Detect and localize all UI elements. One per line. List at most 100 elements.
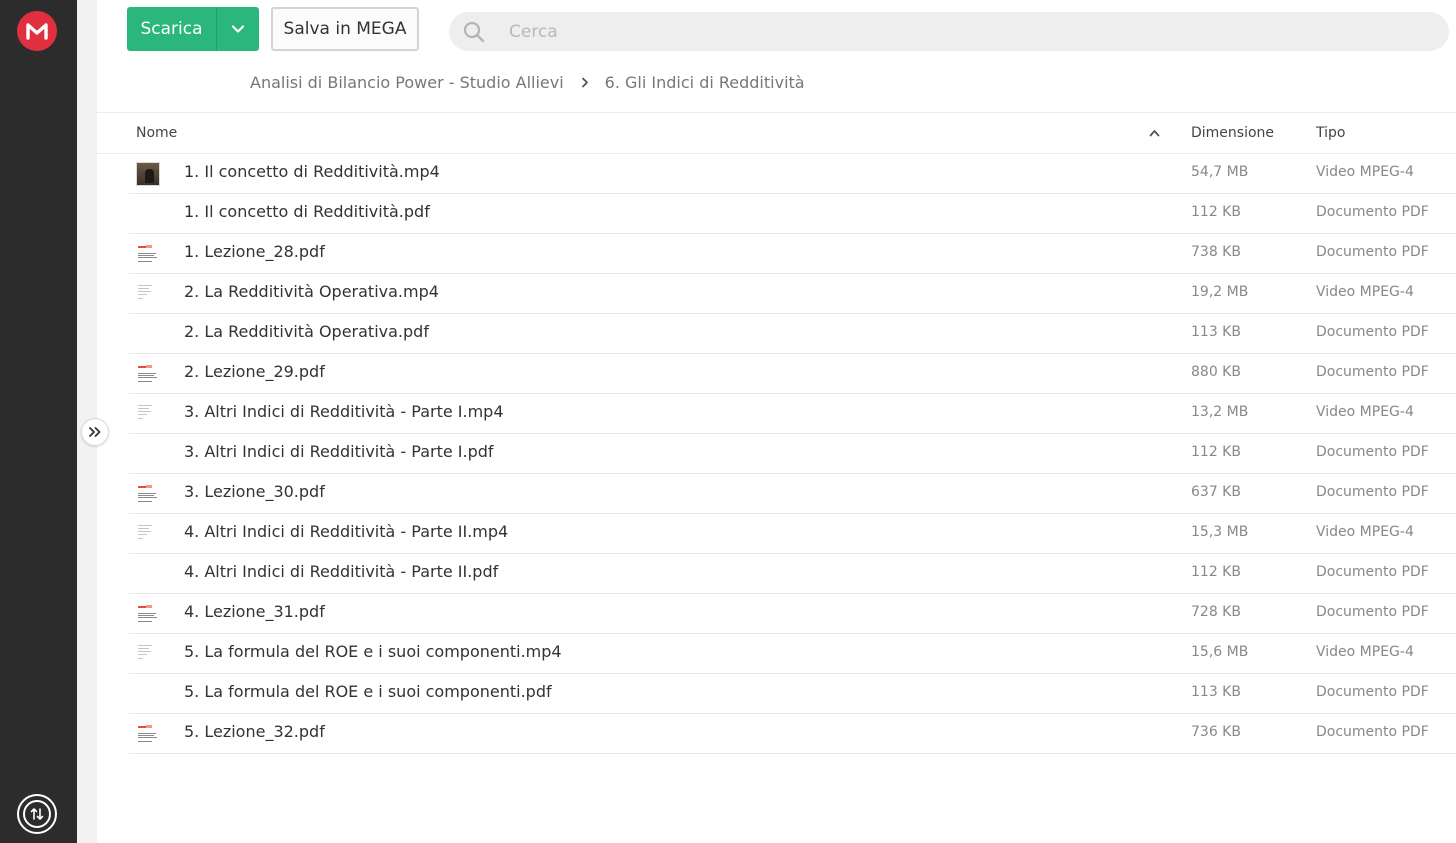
file-row[interactable]: 2. Lezione_29.pdf 880 KB Documento PDF: [129, 354, 1456, 394]
file-row[interactable]: 5. La formula del ROE e i suoi component…: [129, 634, 1456, 674]
file-type: Documento PDF: [1316, 444, 1429, 460]
file-name: 4. Lezione_31.pdf: [184, 602, 325, 621]
breadcrumb-item-current[interactable]: 6. Gli Indici di Redditività: [605, 73, 805, 92]
blank-thumbnail-icon: [136, 442, 160, 466]
file-size: 19,2 MB: [1191, 284, 1249, 300]
file-name: 2. La Redditività Operativa.pdf: [184, 322, 429, 341]
save-to-mega-button[interactable]: Salva in MEGA: [271, 7, 419, 51]
chevron-right-icon: [581, 77, 589, 88]
slide-thumbnail-icon: [136, 522, 160, 546]
file-row[interactable]: 3. Altri Indici di Redditività - Parte I…: [129, 394, 1456, 434]
file-type: Documento PDF: [1316, 604, 1429, 620]
file-type: Documento PDF: [1316, 724, 1429, 740]
mega-logo-icon[interactable]: [17, 11, 57, 51]
pdf-thumbnail-icon: [136, 602, 160, 626]
double-chevron-right-icon: [89, 427, 101, 437]
download-button-label: Scarica: [140, 19, 203, 39]
file-type: Video MPEG-4: [1316, 644, 1414, 660]
transfers-button[interactable]: [17, 794, 57, 834]
transfers-icon: [23, 800, 51, 828]
file-row[interactable]: 1. Lezione_28.pdf 738 KB Documento PDF: [129, 234, 1456, 274]
file-size: 113 KB: [1191, 684, 1241, 700]
file-row[interactable]: 4. Altri Indici di Redditività - Parte I…: [129, 514, 1456, 554]
file-size: 880 KB: [1191, 364, 1241, 380]
sort-ascending-icon[interactable]: [1149, 129, 1160, 137]
file-name: 3. Altri Indici di Redditività - Parte I…: [184, 442, 494, 461]
file-table-header: Nome Dimensione Tipo: [97, 113, 1456, 154]
file-type: Documento PDF: [1316, 244, 1429, 260]
pdf-thumbnail-icon: [136, 242, 160, 266]
file-list: 1. Il concetto di Redditività.mp4 54,7 MB…: [129, 154, 1456, 754]
pdf-thumbnail-icon: [136, 362, 160, 386]
file-type: Documento PDF: [1316, 324, 1429, 340]
file-type: Video MPEG-4: [1316, 524, 1414, 540]
pdf-thumbnail-icon: [136, 482, 160, 506]
file-type: Documento PDF: [1316, 564, 1429, 580]
file-row[interactable]: 1. Il concetto di Redditività.mp4 54,7 MB…: [129, 154, 1456, 194]
file-size: 112 KB: [1191, 444, 1241, 460]
file-name: 3. Lezione_30.pdf: [184, 482, 325, 501]
blank-thumbnail-icon: [136, 322, 160, 346]
file-row[interactable]: 3. Altri Indici di Redditività - Parte I…: [129, 434, 1456, 474]
file-size: 738 KB: [1191, 244, 1241, 260]
left-sidebar: [0, 0, 77, 843]
file-row[interactable]: 1. Il concetto di Redditività.pdf 112 KB D…: [129, 194, 1456, 234]
file-name: 1. Lezione_28.pdf: [184, 242, 325, 261]
download-options-toggle[interactable]: [217, 24, 259, 34]
search-bar: [449, 12, 1449, 51]
file-size: 112 KB: [1191, 564, 1241, 580]
file-type: Video MPEG-4: [1316, 404, 1414, 420]
file-row[interactable]: 3. Lezione_30.pdf 637 KB Documento PDF: [129, 474, 1456, 514]
file-type: Documento PDF: [1316, 364, 1429, 380]
file-size: 113 KB: [1191, 324, 1241, 340]
file-name: 5. La formula del ROE e i suoi component…: [184, 682, 552, 701]
column-header-type[interactable]: Tipo: [1316, 125, 1345, 141]
file-type: Documento PDF: [1316, 684, 1429, 700]
blank-thumbnail-icon: [136, 202, 160, 226]
slide-thumbnail-icon: [136, 402, 160, 426]
file-type: Documento PDF: [1316, 204, 1429, 220]
file-size: 728 KB: [1191, 604, 1241, 620]
file-name: 2. La Redditività Operativa.mp4: [184, 282, 439, 301]
file-row[interactable]: 4. Altri Indici di Redditività - Parte I…: [129, 554, 1456, 594]
blank-thumbnail-icon: [136, 562, 160, 586]
file-name: 1. Il concetto di Redditività.pdf: [184, 202, 430, 221]
file-size: 15,6 MB: [1191, 644, 1249, 660]
file-name: 4. Altri Indici di Redditività - Parte I…: [184, 522, 509, 541]
file-row[interactable]: 4. Lezione_31.pdf 728 KB Documento PDF: [129, 594, 1456, 634]
slide-thumbnail-icon: [136, 642, 160, 666]
slide-thumbnail-icon: [136, 282, 160, 306]
file-name: 4. Altri Indici di Redditività - Parte I…: [184, 562, 499, 581]
breadcrumb-item-parent[interactable]: Analisi di Bilancio Power - Studio Allie…: [250, 73, 564, 92]
file-type: Documento PDF: [1316, 484, 1429, 500]
file-type: Video MPEG-4: [1316, 164, 1414, 180]
file-row[interactable]: 5. La formula del ROE e i suoi component…: [129, 674, 1456, 714]
file-size: 112 KB: [1191, 204, 1241, 220]
file-size: 637 KB: [1191, 484, 1241, 500]
file-name: 5. La formula del ROE e i suoi component…: [184, 642, 562, 661]
expand-sidebar-button[interactable]: [81, 418, 109, 446]
file-size: 54,7 MB: [1191, 164, 1249, 180]
file-size: 15,3 MB: [1191, 524, 1249, 540]
file-name: 2. Lezione_29.pdf: [184, 362, 325, 381]
download-button[interactable]: Scarica: [127, 7, 259, 51]
video-thumbnail-icon: [136, 162, 160, 186]
file-size: 736 KB: [1191, 724, 1241, 740]
search-input[interactable]: [509, 21, 1409, 42]
file-type: Video MPEG-4: [1316, 284, 1414, 300]
file-name: 1. Il concetto di Redditività.mp4: [184, 162, 440, 181]
blank-thumbnail-icon: [136, 682, 160, 706]
column-header-size[interactable]: Dimensione: [1191, 125, 1274, 141]
file-row[interactable]: 2. La Redditività Operativa.pdf 113 KB Doc…: [129, 314, 1456, 354]
file-name: 3. Altri Indici di Redditività - Parte I…: [184, 402, 504, 421]
file-size: 13,2 MB: [1191, 404, 1249, 420]
column-header-name[interactable]: Nome: [136, 125, 177, 141]
file-row[interactable]: 5. Lezione_32.pdf 736 KB Documento PDF: [129, 714, 1456, 754]
chevron-down-icon: [231, 25, 245, 33]
mega-m-icon: [26, 23, 48, 40]
breadcrumb: Analisi di Bilancio Power - Studio Allie…: [250, 70, 805, 94]
file-row[interactable]: 2. La Redditività Operativa.mp4 19,2 MB Vi…: [129, 274, 1456, 314]
search-icon[interactable]: [449, 20, 499, 44]
pdf-thumbnail-icon: [136, 722, 160, 746]
file-name: 5. Lezione_32.pdf: [184, 722, 325, 741]
